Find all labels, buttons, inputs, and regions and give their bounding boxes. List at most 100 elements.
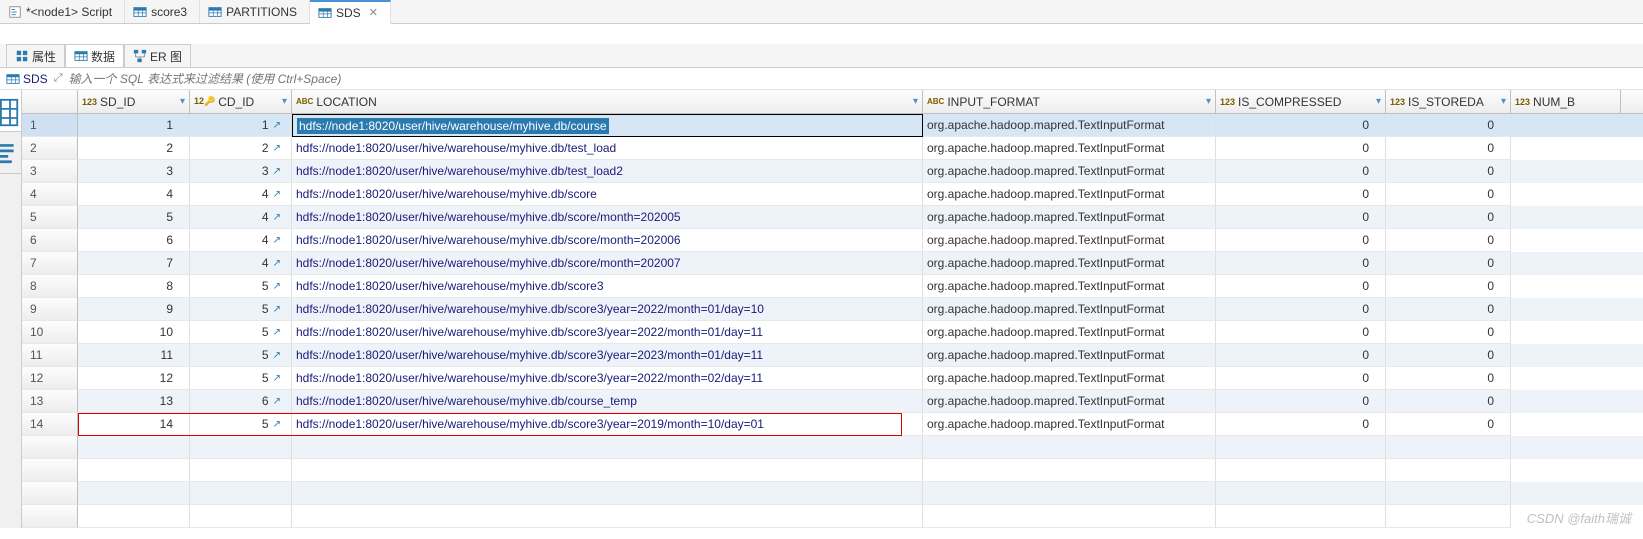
- cell-is-storeda[interactable]: 0: [1386, 390, 1511, 413]
- cell-is-storeda[interactable]: 0: [1386, 137, 1511, 160]
- cell-is-storeda[interactable]: 0: [1386, 252, 1511, 275]
- tab-script[interactable]: *<node1> Script: [0, 0, 125, 23]
- row-number[interactable]: 1: [22, 114, 78, 137]
- row-number[interactable]: 2: [22, 137, 78, 160]
- cell-input-format[interactable]: org.apache.hadoop.mapred.TextInputFormat: [923, 298, 1216, 321]
- cell-sd-id[interactable]: 10: [78, 321, 190, 344]
- col-header-is-compressed[interactable]: 123IS_COMPRESSED▾: [1216, 90, 1386, 113]
- external-link-icon[interactable]: ↗: [273, 304, 281, 315]
- dropdown-icon[interactable]: ▾: [282, 96, 287, 107]
- external-link-icon[interactable]: ↗: [273, 327, 281, 338]
- table-row[interactable]: 10105↗hdfs://node1:8020/user/hive/wareho…: [22, 321, 1643, 344]
- cell-cd-id[interactable]: 6↗: [190, 390, 292, 413]
- cell-sd-id[interactable]: 4: [78, 183, 190, 206]
- cell-is-compressed[interactable]: 0: [1216, 229, 1386, 252]
- cell-is-compressed[interactable]: 0: [1216, 321, 1386, 344]
- dropdown-icon[interactable]: ▾: [1376, 96, 1381, 107]
- cell-location[interactable]: hdfs://node1:8020/user/hive/warehouse/my…: [292, 275, 923, 298]
- cell-is-compressed[interactable]: 0: [1216, 137, 1386, 160]
- table-row[interactable]: 11115↗hdfs://node1:8020/user/hive/wareho…: [22, 344, 1643, 367]
- cell-sd-id[interactable]: 5: [78, 206, 190, 229]
- cell-is-storeda[interactable]: 0: [1386, 229, 1511, 252]
- expand-icon[interactable]: ⤢: [54, 72, 63, 85]
- table-row[interactable]: 444↗hdfs://node1:8020/user/hive/warehous…: [22, 183, 1643, 206]
- cell-is-compressed[interactable]: 0: [1216, 298, 1386, 321]
- sub-tab-er[interactable]: ER 图: [124, 44, 191, 67]
- external-link-icon[interactable]: ↗: [273, 258, 281, 269]
- cell-is-compressed[interactable]: 0: [1216, 252, 1386, 275]
- cell-sd-id[interactable]: 1: [78, 114, 190, 137]
- cell-cd-id[interactable]: 5↗: [190, 413, 292, 436]
- cell-input-format[interactable]: org.apache.hadoop.mapred.TextInputFormat: [923, 137, 1216, 160]
- row-number[interactable]: 12: [22, 367, 78, 390]
- cell-input-format[interactable]: org.apache.hadoop.mapred.TextInputFormat: [923, 183, 1216, 206]
- row-number[interactable]: 8: [22, 275, 78, 298]
- cell-sd-id[interactable]: 13: [78, 390, 190, 413]
- cell-input-format[interactable]: org.apache.hadoop.mapred.TextInputFormat: [923, 390, 1216, 413]
- close-icon[interactable]: ✕: [369, 6, 378, 19]
- cell-cd-id[interactable]: 4↗: [190, 252, 292, 275]
- dropdown-icon[interactable]: ▾: [1206, 96, 1211, 107]
- cell-input-format[interactable]: org.apache.hadoop.mapred.TextInputFormat: [923, 160, 1216, 183]
- table-row[interactable]: 885↗hdfs://node1:8020/user/hive/warehous…: [22, 275, 1643, 298]
- col-header-is-storeda[interactable]: 123IS_STOREDA▾: [1386, 90, 1511, 113]
- table-row[interactable]: 111↗hdfs://node1:8020/user/hive/warehous…: [22, 114, 1643, 137]
- external-link-icon[interactable]: ↗: [273, 373, 281, 384]
- cell-is-compressed[interactable]: 0: [1216, 114, 1386, 137]
- side-tab-text[interactable]: 文本: [0, 132, 21, 174]
- cell-cd-id[interactable]: 4↗: [190, 206, 292, 229]
- cell-is-compressed[interactable]: 0: [1216, 413, 1386, 436]
- cell-cd-id[interactable]: 5↗: [190, 367, 292, 390]
- row-number[interactable]: 5: [22, 206, 78, 229]
- external-link-icon[interactable]: ↗: [273, 350, 281, 361]
- external-link-icon[interactable]: ↗: [273, 212, 281, 223]
- cell-cd-id[interactable]: 5↗: [190, 344, 292, 367]
- cell-location[interactable]: hdfs://node1:8020/user/hive/warehouse/my…: [292, 206, 923, 229]
- dropdown-icon[interactable]: ▾: [180, 96, 185, 107]
- cell-cd-id[interactable]: 4↗: [190, 183, 292, 206]
- cell-cd-id[interactable]: 5↗: [190, 275, 292, 298]
- cell-is-storeda[interactable]: 0: [1386, 298, 1511, 321]
- row-number[interactable]: 9: [22, 298, 78, 321]
- col-header-sd-id[interactable]: 123SD_ID▾: [78, 90, 190, 113]
- cell-location[interactable]: hdfs://node1:8020/user/hive/warehouse/my…: [292, 390, 923, 413]
- table-row[interactable]: 12125↗hdfs://node1:8020/user/hive/wareho…: [22, 367, 1643, 390]
- cell-cd-id[interactable]: 5↗: [190, 321, 292, 344]
- cell-sd-id[interactable]: 9: [78, 298, 190, 321]
- cell-is-compressed[interactable]: 0: [1216, 344, 1386, 367]
- cell-cd-id[interactable]: 2↗: [190, 137, 292, 160]
- cell-is-storeda[interactable]: 0: [1386, 344, 1511, 367]
- cell-location[interactable]: hdfs://node1:8020/user/hive/warehouse/my…: [292, 114, 923, 137]
- tab-sds[interactable]: SDS ✕: [310, 0, 391, 24]
- col-header-input-format[interactable]: ABCINPUT_FORMAT▾: [923, 90, 1216, 113]
- table-row[interactable]: 774↗hdfs://node1:8020/user/hive/warehous…: [22, 252, 1643, 275]
- cell-is-storeda[interactable]: 0: [1386, 367, 1511, 390]
- cell-is-storeda[interactable]: 0: [1386, 321, 1511, 344]
- cell-input-format[interactable]: org.apache.hadoop.mapred.TextInputFormat: [923, 252, 1216, 275]
- dropdown-icon[interactable]: ▾: [1501, 96, 1506, 107]
- external-link-icon[interactable]: ↗: [273, 396, 281, 407]
- cell-location[interactable]: hdfs://node1:8020/user/hive/warehouse/my…: [292, 298, 923, 321]
- row-number[interactable]: 3: [22, 160, 78, 183]
- external-link-icon[interactable]: ↗: [273, 189, 281, 200]
- cell-is-storeda[interactable]: 0: [1386, 413, 1511, 436]
- side-tab-grid[interactable]: 网格: [0, 90, 21, 132]
- table-row[interactable]: 222↗hdfs://node1:8020/user/hive/warehous…: [22, 137, 1643, 160]
- cell-location[interactable]: hdfs://node1:8020/user/hive/warehouse/my…: [292, 160, 923, 183]
- cell-is-compressed[interactable]: 0: [1216, 390, 1386, 413]
- external-link-icon[interactable]: ↗: [273, 235, 281, 246]
- row-number-header[interactable]: [22, 90, 78, 113]
- cell-cd-id[interactable]: 4↗: [190, 229, 292, 252]
- cell-location[interactable]: hdfs://node1:8020/user/hive/warehouse/my…: [292, 344, 923, 367]
- cell-sd-id[interactable]: 8: [78, 275, 190, 298]
- table-row[interactable]: 995↗hdfs://node1:8020/user/hive/warehous…: [22, 298, 1643, 321]
- cell-input-format[interactable]: org.apache.hadoop.mapred.TextInputFormat: [923, 344, 1216, 367]
- cell-is-storeda[interactable]: 0: [1386, 183, 1511, 206]
- cell-location[interactable]: hdfs://node1:8020/user/hive/warehouse/my…: [292, 321, 923, 344]
- cell-location[interactable]: hdfs://node1:8020/user/hive/warehouse/my…: [292, 137, 923, 160]
- table-row[interactable]: 13136↗hdfs://node1:8020/user/hive/wareho…: [22, 390, 1643, 413]
- cell-sd-id[interactable]: 7: [78, 252, 190, 275]
- sub-tab-props[interactable]: 属性: [6, 44, 65, 67]
- cell-input-format[interactable]: org.apache.hadoop.mapred.TextInputFormat: [923, 229, 1216, 252]
- row-number[interactable]: 6: [22, 229, 78, 252]
